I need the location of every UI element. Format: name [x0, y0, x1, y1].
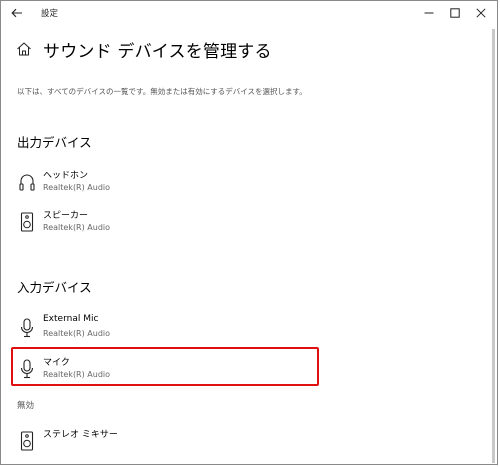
- speaker-icon: [20, 212, 34, 232]
- speaker-icon: [20, 431, 34, 451]
- back-button[interactable]: [7, 3, 27, 23]
- highlight-box: [11, 347, 319, 386]
- output-devices-heading: 出力デバイス: [17, 135, 92, 150]
- device-item-headphones[interactable]: ヘッドホン Realtek(R) Audio: [13, 165, 313, 201]
- page-title: サウンド デバイスを管理する: [43, 42, 272, 62]
- minimize-button[interactable]: [417, 3, 441, 23]
- home-icon[interactable]: [16, 41, 32, 57]
- headphones-icon: [19, 174, 35, 191]
- scrollbar[interactable]: [492, 29, 496, 463]
- title-bar: 設定: [1, 1, 497, 25]
- device-driver: Realtek(R) Audio: [43, 223, 111, 232]
- device-name: ヘッドホン: [43, 171, 89, 181]
- close-button[interactable]: [469, 3, 493, 23]
- back-arrow-icon: [11, 8, 22, 18]
- maximize-button[interactable]: [443, 3, 467, 23]
- microphone-icon: [20, 318, 34, 338]
- device-item-speaker[interactable]: スピーカー Realtek(R) Audio: [13, 205, 313, 241]
- close-icon: [476, 8, 486, 18]
- device-name: External Mic: [43, 314, 99, 324]
- settings-window: 設定 サウンド デバイスを管理する 以下は、すべてのデバイスの一覧です。無効また…: [0, 0, 498, 465]
- disabled-devices-heading: 無効: [17, 401, 35, 411]
- device-driver: Realtek(R) Audio: [43, 183, 111, 192]
- minimize-icon: [424, 12, 434, 14]
- input-devices-heading: 入力デバイス: [17, 280, 92, 295]
- device-name: ステレオ ミキサー: [43, 430, 118, 440]
- scrollbar-thumb[interactable]: [492, 29, 495, 463]
- maximize-icon: [450, 8, 460, 18]
- device-item-stereo-mixer[interactable]: ステレオ ミキサー: [13, 424, 313, 460]
- device-name: スピーカー: [43, 211, 89, 221]
- device-driver: Realtek(R) Audio: [43, 329, 111, 338]
- window-title: 設定: [41, 9, 59, 19]
- page-description: 以下は、すべてのデバイスの一覧です。無効または有効にするデバイスを選択します。: [17, 87, 307, 96]
- device-item-external-mic[interactable]: External Mic Realtek(R) Audio: [13, 311, 313, 347]
